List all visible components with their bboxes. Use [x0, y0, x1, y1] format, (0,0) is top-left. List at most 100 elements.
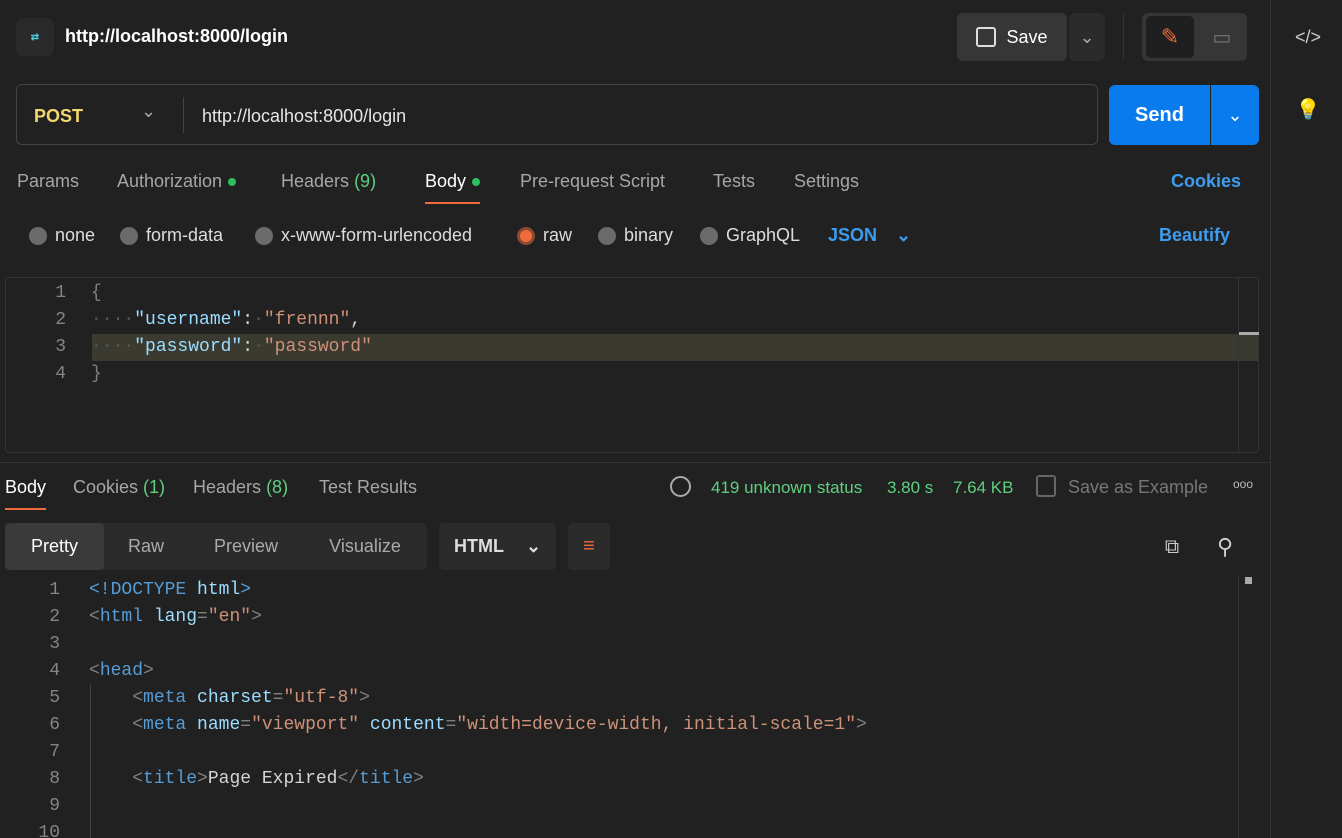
- wrap-lines-icon[interactable]: ≡: [568, 523, 610, 570]
- method-select[interactable]: POST ⌄: [17, 85, 183, 144]
- code-token: <: [132, 715, 144, 735]
- chevron-down-icon: ⌄: [1227, 104, 1243, 125]
- lightbulb-icon[interactable]: 💡: [1291, 92, 1325, 126]
- line-number: 10: [38, 823, 60, 838]
- code-token: html: [197, 580, 241, 600]
- save-example-icon: [1036, 475, 1056, 497]
- active-tab-underline: [425, 202, 481, 204]
- line-number: 1: [55, 283, 66, 303]
- response-format-label: HTML: [453, 536, 504, 556]
- tab-label: Pre-request Script: [520, 171, 666, 191]
- code-icon[interactable]: </>: [1291, 22, 1325, 52]
- code-token: <: [89, 661, 100, 681]
- code-token: head: [99, 661, 144, 681]
- cookies-link[interactable]: Cookies: [1171, 171, 1241, 192]
- code-token: :: [242, 310, 254, 330]
- response-format-select[interactable]: HTML ⌄: [439, 523, 556, 570]
- line-number: 2: [49, 607, 60, 627]
- response-tab-body[interactable]: Body: [5, 477, 47, 510]
- scrollbar[interactable]: [1238, 278, 1239, 452]
- tab-settings[interactable]: Settings: [794, 171, 859, 192]
- radio-binary[interactable]: binary: [598, 225, 673, 246]
- view-mode-raw[interactable]: Raw: [104, 523, 188, 570]
- tab-label: Settings: [794, 171, 860, 191]
- code-token: title: [143, 769, 198, 789]
- tab-label: Tests: [713, 171, 756, 191]
- radio-label: binary: [624, 225, 674, 245]
- url-bar: POST ⌄ http://localhost:8000/login: [16, 84, 1098, 145]
- save-as-example-button[interactable]: Save as Example: [1068, 477, 1208, 498]
- section-divider: [0, 462, 1270, 463]
- code-token: ·: [253, 337, 264, 357]
- tab-label: Body: [5, 477, 47, 497]
- response-tab-cookies[interactable]: Cookies (1): [73, 477, 165, 498]
- tab-authorization[interactable]: Authorization: [117, 171, 237, 192]
- tab-label: Authorization: [117, 171, 223, 191]
- radio-raw[interactable]: raw: [517, 225, 572, 246]
- radio-graphql[interactable]: GraphQL: [700, 225, 800, 246]
- code-line: <meta charset="utf-8">: [89, 685, 370, 712]
- radio-label: none: [55, 225, 96, 245]
- code-token: name: [197, 715, 241, 735]
- response-size[interactable]: 7.64 KB: [953, 478, 1014, 498]
- radio-form-data[interactable]: form-data: [120, 225, 223, 246]
- tab-label: Headers: [193, 477, 262, 497]
- more-options-icon[interactable]: ooo: [1233, 477, 1253, 491]
- tab-headers[interactable]: Headers (9): [281, 171, 376, 192]
- radio-circle: [29, 226, 47, 245]
- comment-icon[interactable]: ▭: [1198, 16, 1246, 58]
- tab-params[interactable]: Params: [17, 171, 79, 192]
- response-body-viewer[interactable]: 1 <!DOCTYPE html> 2 <html lang="en"> 3 4 <head…: [0, 576, 1262, 838]
- code-token: >: [143, 661, 154, 681]
- divider: [1123, 14, 1124, 60]
- search-icon[interactable]: ⚲: [1211, 533, 1239, 561]
- send-button[interactable]: Send: [1109, 85, 1210, 145]
- response-time[interactable]: 3.80 s: [887, 478, 933, 498]
- tab-label: Body: [425, 171, 467, 191]
- view-mode-pretty[interactable]: Pretty: [5, 523, 104, 570]
- request-body-editor[interactable]: 1{2 ····"username":·"frennn", 3 ····"passwo…: [5, 277, 1259, 453]
- globe-icon: [670, 476, 691, 497]
- code-token: "username": [134, 310, 243, 330]
- tab-tests[interactable]: Tests: [713, 171, 755, 192]
- tab-body[interactable]: Body: [425, 171, 481, 204]
- code-token: =: [197, 607, 208, 627]
- code-token: "utf-8": [283, 688, 360, 708]
- line-number: 2: [55, 310, 66, 330]
- response-tab-headers[interactable]: Headers (8): [193, 477, 288, 498]
- code-token: >: [240, 580, 252, 600]
- chevron-down-icon: ⌄: [1079, 26, 1095, 47]
- code-line: ····"password":·"password": [91, 334, 372, 361]
- tab-pre-request-script[interactable]: Pre-request Script: [520, 171, 665, 192]
- save-button[interactable]: Save: [957, 13, 1067, 61]
- code-token: meta: [143, 688, 198, 708]
- radio-circle: [700, 226, 718, 245]
- url-input[interactable]: http://localhost:8000/login: [202, 106, 1082, 127]
- response-status[interactable]: 419 unknown status: [711, 478, 862, 498]
- radio-x-www-form-urlencoded[interactable]: x-www-form-urlencoded: [255, 225, 472, 246]
- radio-none[interactable]: none: [29, 225, 95, 246]
- body-format-select[interactable]: JSON ⌄: [828, 225, 911, 246]
- view-mode-label: Visualize: [329, 536, 401, 556]
- send-options-button[interactable]: ⌄: [1211, 85, 1259, 145]
- response-tab-test-results[interactable]: Test Results: [319, 477, 417, 498]
- line-number: 4: [55, 364, 66, 384]
- view-mode-label: Raw: [127, 536, 164, 556]
- code-token: html: [99, 607, 154, 627]
- save-options-button[interactable]: ⌄: [1069, 13, 1105, 61]
- radio-circle: [120, 226, 138, 245]
- view-mode-visualize[interactable]: Visualize: [304, 523, 426, 570]
- code-token: charset: [197, 688, 273, 708]
- scrollbar[interactable]: [1238, 576, 1239, 838]
- copy-icon[interactable]: ⧉: [1158, 533, 1186, 561]
- view-mode-preview[interactable]: Preview: [188, 523, 304, 570]
- edit-pencil-icon[interactable]: ✎: [1146, 16, 1194, 58]
- code-line: ····"username":·"frennn",: [91, 307, 361, 334]
- beautify-button[interactable]: Beautify: [1159, 225, 1230, 246]
- code-token: ····: [91, 337, 135, 357]
- code-token: =: [445, 715, 457, 735]
- save-label: Save: [1006, 26, 1048, 47]
- code-token: title: [359, 769, 414, 789]
- radio-circle: [255, 226, 273, 245]
- method-label: POST: [34, 106, 84, 126]
